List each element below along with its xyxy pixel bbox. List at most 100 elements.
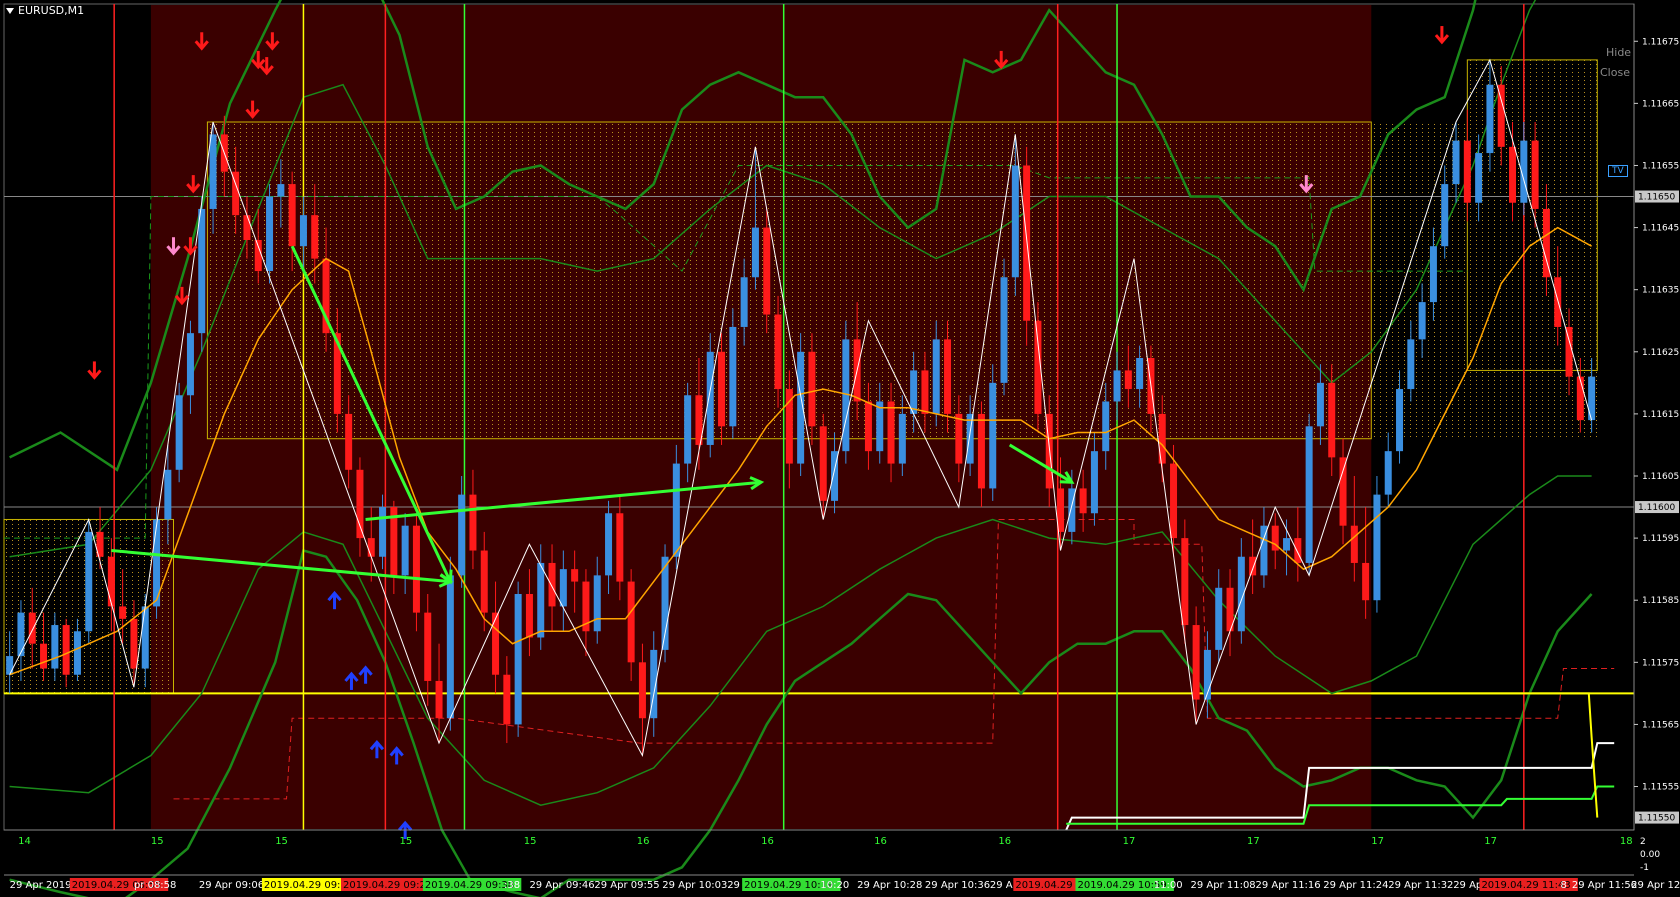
candle-bull — [299, 215, 307, 247]
candle-bear — [785, 389, 793, 464]
candle-bear — [1350, 525, 1358, 563]
candle-bull — [1384, 451, 1392, 495]
candle-bear — [345, 413, 353, 470]
time-axis-label: 2019.04.29 09:18 — [264, 880, 353, 891]
hour-marker-label: 17 — [1247, 836, 1260, 847]
hide-button[interactable]: Hide — [1606, 46, 1631, 59]
candle-bull — [1452, 140, 1460, 185]
price-tick-label: 1.11625 — [1642, 348, 1679, 358]
hour-marker-label: 15 — [524, 836, 537, 847]
candle-bear — [638, 662, 646, 719]
price-badge-label: 1.11650 — [1638, 193, 1675, 203]
hour-marker-label: 16 — [761, 836, 774, 847]
candle-bull — [684, 395, 692, 464]
candle-bull — [1396, 389, 1404, 452]
candle-bull — [537, 562, 545, 638]
time-axis-label: 2019.04.29 09:28 — [343, 880, 432, 891]
time-axis-label: 29 Apr 11:16 — [1255, 880, 1320, 891]
candle-bear — [62, 625, 70, 675]
close-button[interactable]: Close — [1600, 66, 1630, 79]
candle-bear — [1328, 382, 1336, 458]
candle-bull — [593, 575, 601, 632]
candle-bull — [164, 469, 172, 520]
candle-bull — [559, 569, 567, 607]
candle-bull — [51, 625, 59, 669]
time-axis-label: pr 08:58 — [134, 880, 176, 891]
hour-marker-label: 14 — [18, 836, 31, 847]
candle-bull — [1305, 426, 1313, 563]
hour-marker-label: 15 — [151, 836, 164, 847]
indicator-axis-label: 2 — [1640, 837, 1646, 847]
price-badge-label: 1.11600 — [1638, 503, 1675, 513]
candle-bear — [1554, 277, 1562, 327]
candle-bear — [1531, 140, 1539, 209]
candle-bull — [740, 277, 748, 327]
candle-bear — [548, 562, 556, 607]
candle-bear — [469, 494, 477, 551]
candle-bull — [1090, 451, 1098, 514]
candle-bear — [1158, 413, 1166, 464]
candle-bull — [6, 656, 14, 675]
price-tick-label: 1.11635 — [1642, 286, 1679, 296]
symbol-label: EURUSD,M1 — [18, 4, 85, 17]
candle-bear — [1192, 625, 1200, 700]
hour-marker-label: 15 — [399, 836, 412, 847]
chart-title: EURUSD,M1 — [6, 4, 84, 17]
candle-bear — [955, 413, 963, 464]
candle-bull — [446, 575, 454, 719]
candle-bull — [932, 339, 940, 414]
time-axis-label: 11:00 — [1154, 880, 1183, 891]
time-axis-label: 29 Apr 10:03 — [662, 880, 727, 891]
dropdown-triangle-icon[interactable] — [6, 8, 14, 14]
price-tick-label: 1.11595 — [1642, 534, 1679, 544]
candle-bull — [910, 370, 918, 414]
price-tick-label: 1.11565 — [1642, 720, 1679, 730]
hour-marker-label: 17 — [1123, 836, 1136, 847]
candle-bull — [876, 401, 884, 452]
time-axis-label: 29 Apr 12:04 — [1631, 880, 1680, 891]
candle-bear — [311, 215, 319, 259]
price-tick-label: 1.11585 — [1642, 596, 1679, 606]
candle-bear — [288, 184, 296, 247]
candle-bear — [864, 401, 872, 452]
candle-bear — [435, 680, 443, 719]
candle-bull — [1373, 494, 1381, 601]
candle-bear — [1079, 488, 1087, 514]
candle-bear — [1362, 562, 1370, 601]
hour-marker-label: 17 — [1484, 836, 1497, 847]
candle-bear — [1170, 463, 1178, 539]
time-axis-label: 29 Apr 11:56 — [1572, 880, 1637, 891]
price-tick-label: 1.11615 — [1642, 410, 1679, 420]
candle-bear — [503, 674, 511, 725]
candle-bull — [17, 612, 25, 657]
candle-bear — [480, 550, 488, 613]
candle-bear — [1509, 146, 1517, 203]
candle-bear — [616, 513, 624, 582]
hour-marker-label: 18 — [1620, 836, 1633, 847]
candle-bear — [1497, 84, 1505, 147]
candle-bull — [966, 413, 974, 464]
candle-bear — [130, 618, 138, 669]
time-axis-label: 29 Apr 09:55 — [594, 880, 659, 891]
candle-bull — [1407, 339, 1415, 390]
candle-bull — [198, 208, 206, 334]
candle-bull — [1260, 525, 1268, 576]
hour-marker-label: 16 — [637, 836, 650, 847]
candle-bear — [424, 612, 432, 681]
candle-bear — [525, 594, 533, 638]
price-tick-label: 1.11665 — [1642, 99, 1679, 109]
tv-badge[interactable]: TV — [1608, 165, 1628, 177]
chart-window: 1.11675 1.11665 1.11655 1.11645 1.11635 1.116… — [0, 0, 1680, 897]
price-badge-label: 1.11550 — [1638, 814, 1675, 824]
candle-bear — [819, 426, 827, 501]
candle-bear — [808, 351, 816, 427]
price-tick-label: 1.11575 — [1642, 658, 1679, 668]
candle-bear — [254, 240, 262, 272]
candle-bull — [1011, 165, 1019, 278]
time-axis-label: 29 Apr 09:06 — [199, 880, 264, 891]
candle-bull — [186, 333, 194, 396]
candle-bull — [729, 326, 737, 427]
candle-bull — [1000, 277, 1008, 383]
candle-bear — [367, 538, 375, 557]
price-chart[interactable]: 1.11675 1.11665 1.11655 1.11645 1.11635 1.116… — [0, 0, 1680, 897]
